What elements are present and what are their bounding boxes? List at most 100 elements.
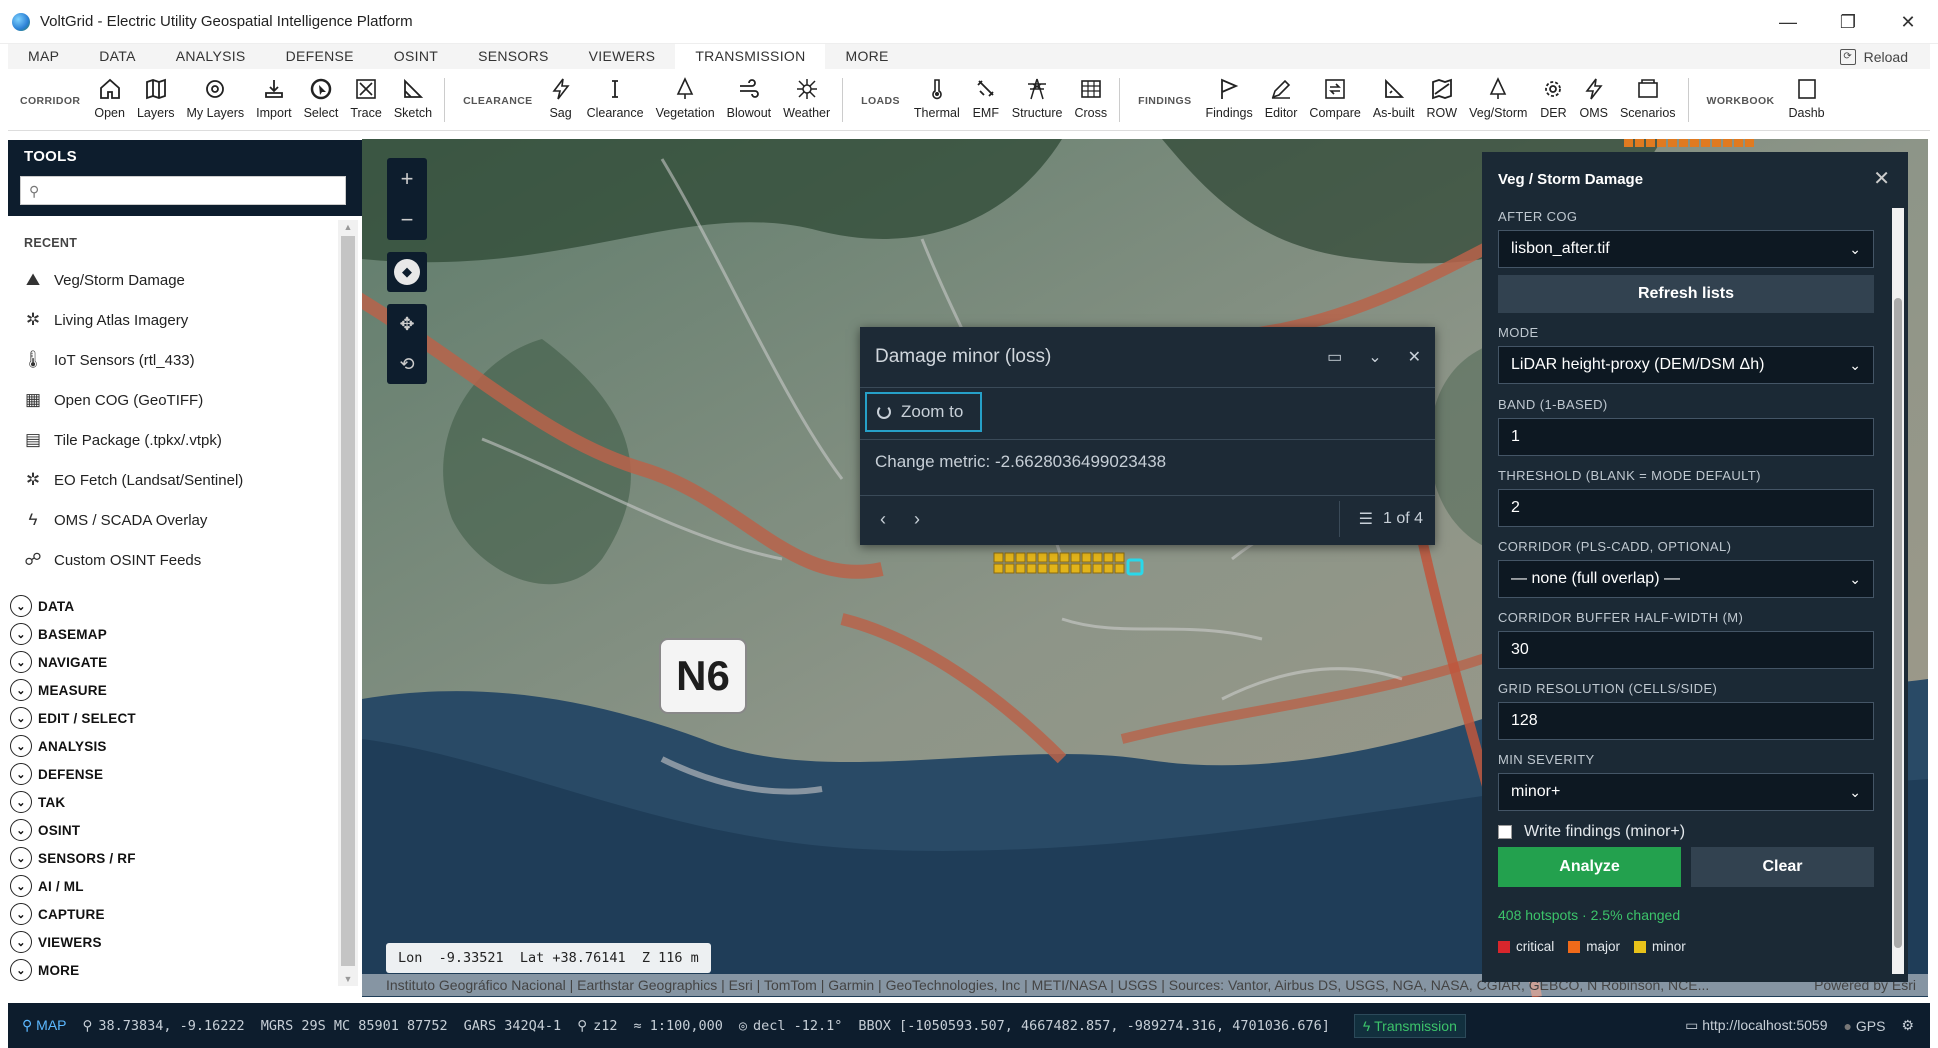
restore-button[interactable]: ❐ <box>1818 0 1878 44</box>
category-ai-ml[interactable]: ⌄ AI / ML <box>10 872 340 900</box>
band-input[interactable]: 1 <box>1498 418 1874 456</box>
write-findings-checkbox[interactable] <box>1498 825 1512 839</box>
compass-button[interactable]: ◆ <box>387 252 427 292</box>
scroll-up-icon[interactable]: ▲ <box>338 222 358 232</box>
settings-gear-icon[interactable]: ⚙ <box>1901 1017 1914 1034</box>
popup-change-metric: Change metric: -2.6628036499023438 <box>875 452 1167 471</box>
sag-button[interactable]: Sag <box>541 69 581 130</box>
write-findings-checkbox-row[interactable]: Write findings (minor+) <box>1498 823 1874 841</box>
compare-icon <box>1321 75 1349 103</box>
row-button[interactable]: ROW <box>1421 69 1464 130</box>
zoom-out-button[interactable]: − <box>387 199 427 240</box>
category-data[interactable]: ⌄ DATA <box>10 592 340 620</box>
clearance-button[interactable]: Clearance <box>581 69 650 130</box>
trace-button[interactable]: Trace <box>344 69 388 130</box>
threshold-input[interactable]: 2 <box>1498 489 1874 527</box>
previous-feature-button[interactable]: ‹ <box>880 509 886 530</box>
cross-button[interactable]: Cross <box>1068 69 1113 130</box>
menu-analysis[interactable]: ANALYSIS <box>156 44 266 69</box>
open-button[interactable]: Open <box>88 69 131 130</box>
category-navigate[interactable]: ⌄ NAVIGATE <box>10 648 340 676</box>
menu-defense[interactable]: DEFENSE <box>266 44 374 69</box>
menu-data[interactable]: DATA <box>79 44 155 69</box>
structure-button[interactable]: Structure <box>1006 69 1069 130</box>
blowout-button[interactable]: Blowout <box>721 69 777 130</box>
emf-button[interactable]: EMF <box>966 69 1006 130</box>
scroll-down-icon[interactable]: ▼ <box>338 974 358 984</box>
category-viewers[interactable]: ⌄ VIEWERS <box>10 928 340 956</box>
editor-button[interactable]: Editor <box>1259 69 1304 130</box>
findings-button[interactable]: Findings <box>1200 69 1259 130</box>
select-button[interactable]: Select <box>298 69 345 130</box>
veg-storm-button[interactable]: Veg/Storm <box>1463 69 1533 130</box>
minimize-button[interactable]: — <box>1758 0 1818 44</box>
grid-resolution-input[interactable]: 128 <box>1498 702 1874 740</box>
map-mode-indicator[interactable]: ⚲ MAP <box>22 1017 67 1034</box>
scenarios-button[interactable]: Scenarios <box>1614 69 1682 130</box>
menu-osint[interactable]: OSINT <box>374 44 458 69</box>
tools-search-input[interactable]: ⚲ <box>20 176 346 205</box>
layers-button[interactable]: Layers <box>131 69 181 130</box>
clear-button[interactable]: Clear <box>1691 847 1874 887</box>
category-capture[interactable]: ⌄ CAPTURE <box>10 900 340 928</box>
buffer-input[interactable]: 30 <box>1498 631 1874 669</box>
sketch-button[interactable]: Sketch <box>388 69 438 130</box>
dock-icon[interactable]: ▭ <box>1327 347 1342 367</box>
next-feature-button[interactable]: › <box>914 509 920 530</box>
compare-button[interactable]: Compare <box>1303 69 1366 130</box>
close-icon[interactable]: ✕ <box>1408 347 1421 367</box>
after-cog-select[interactable]: lisbon_after.tif ⌄ <box>1498 230 1874 268</box>
min-severity-select[interactable]: minor+ ⌄ <box>1498 773 1874 811</box>
collapse-icon[interactable]: ⌄ <box>1368 347 1381 367</box>
analyze-button[interactable]: Analyze <box>1498 847 1681 887</box>
recent-item-oms-scada[interactable]: ϟOMS / SCADA Overlay☆ <box>20 500 353 540</box>
category-more[interactable]: ⌄ MORE <box>10 956 340 984</box>
legend-swatch <box>1498 940 1510 953</box>
reload-button[interactable]: ⟳ Reload <box>1839 44 1908 69</box>
recent-item-tile-package[interactable]: ▤Tile Package (.tpkx/.vtpk)☆ <box>20 420 352 460</box>
vegetation-button[interactable]: Vegetation <box>650 69 721 130</box>
panel-scrollbar[interactable] <box>1892 208 1904 974</box>
rotate-icon[interactable]: ⟲ <box>387 344 427 384</box>
category-defense[interactable]: ⌄ DEFENSE <box>10 760 340 788</box>
weather-button[interactable]: Weather <box>777 69 836 130</box>
feature-list-button[interactable]: ☰ 1 of 4 <box>1359 509 1423 529</box>
menu-sensors[interactable]: SENSORS <box>458 44 569 69</box>
transmission-badge[interactable]: ϟ Transmission <box>1353 1013 1466 1038</box>
mode-select[interactable]: LiDAR height-proxy (DEM/DSM Δh) ⌄ <box>1498 346 1874 384</box>
recent-item-living-atlas[interactable]: ✲Living Atlas Imagery☆ <box>20 300 352 340</box>
recent-item-eo-fetch[interactable]: ✲EO Fetch (Landsat/Sentinel)☆ <box>20 460 352 500</box>
der-button[interactable]: DER <box>1533 69 1573 130</box>
close-icon[interactable]: ✕ <box>1873 166 1890 191</box>
category-measure[interactable]: ⌄ MEASURE <box>10 676 340 704</box>
category-tak[interactable]: ⌄ TAK <box>10 788 340 816</box>
sidebar-scrollbar[interactable]: ▲ ▼ <box>338 220 358 986</box>
dashboard-button[interactable]: Dashb <box>1783 69 1831 130</box>
import-button[interactable]: Import <box>250 69 297 130</box>
menu-map[interactable]: MAP <box>8 44 79 69</box>
category-basemap[interactable]: ⌄ BASEMAP <box>10 620 340 648</box>
pan-icon[interactable]: ✥ <box>387 304 427 344</box>
sidebar-scroll-thumb[interactable] <box>341 236 355 966</box>
category-analysis[interactable]: ⌄ ANALYSIS <box>10 732 340 760</box>
menu-viewers[interactable]: VIEWERS <box>569 44 676 69</box>
as-built-button[interactable]: As-built <box>1367 69 1421 130</box>
my-layers-button[interactable]: My Layers <box>181 69 251 130</box>
category-osint[interactable]: ⌄ OSINT <box>10 816 340 844</box>
recent-item-iot-sensors[interactable]: 🌡IoT Sensors (rtl_433)☆ <box>20 340 352 380</box>
category-edit-select[interactable]: ⌄ EDIT / SELECT <box>10 704 340 732</box>
close-window-button[interactable]: ✕ <box>1878 0 1938 44</box>
oms-button[interactable]: OMS <box>1573 69 1613 130</box>
recent-item-open-cog[interactable]: ▦Open COG (GeoTIFF)☆ <box>20 380 352 420</box>
refresh-lists-button[interactable]: Refresh lists <box>1498 275 1874 313</box>
menu-more[interactable]: MORE <box>825 44 908 69</box>
category-sensors-rf[interactable]: ⌄ SENSORS / RF <box>10 844 340 872</box>
menu-transmission[interactable]: TRANSMISSION <box>675 44 826 69</box>
recent-item-osint-feeds[interactable]: ☍Custom OSINT Feeds☆ <box>20 540 352 580</box>
zoom-in-button[interactable]: + <box>387 158 427 199</box>
panel-scroll-thumb[interactable] <box>1894 298 1902 948</box>
recent-item-veg-storm[interactable]: ⛰Veg/Storm Damage☆ <box>20 260 352 300</box>
corridor-select[interactable]: — none (full overlap) — ⌄ <box>1498 560 1874 598</box>
thermal-button[interactable]: Thermal <box>908 69 966 130</box>
zoom-to-button[interactable]: Zoom to <box>865 392 982 432</box>
